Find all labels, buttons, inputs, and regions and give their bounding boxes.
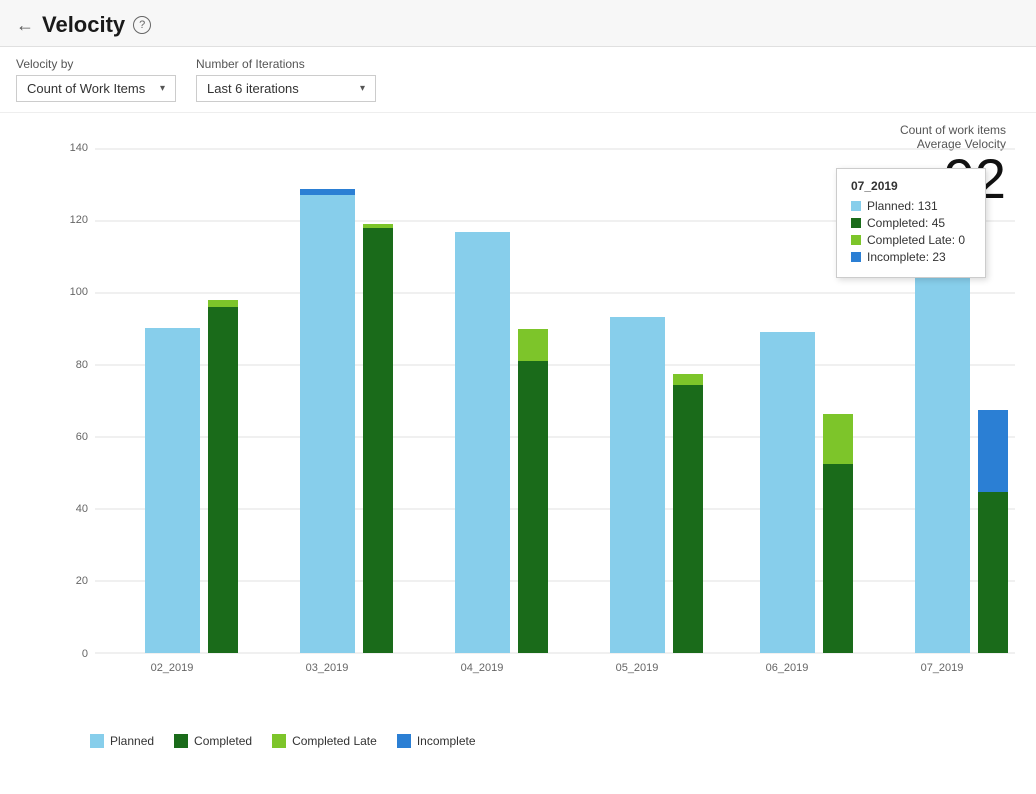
svg-text:140: 140 bbox=[70, 143, 88, 154]
bar-03-incomplete bbox=[300, 189, 355, 195]
tooltip-row-planned: Planned: 131 bbox=[851, 199, 971, 213]
svg-text:20: 20 bbox=[76, 575, 88, 587]
tooltip-completed-dot bbox=[851, 218, 861, 228]
bar-06-completed bbox=[823, 464, 853, 653]
incomplete-color bbox=[397, 734, 411, 748]
velocity-by-dropdown[interactable]: Count of Work Items ▾ bbox=[16, 75, 176, 102]
bar-06-completed-late bbox=[823, 414, 853, 464]
help-icon[interactable]: ? bbox=[133, 16, 151, 34]
svg-text:80: 80 bbox=[76, 359, 88, 371]
bar-05-planned bbox=[610, 317, 665, 653]
velocity-by-value: Count of Work Items bbox=[27, 81, 145, 96]
svg-text:100: 100 bbox=[70, 286, 88, 298]
svg-text:07_2019: 07_2019 bbox=[921, 662, 964, 674]
tooltip-completed-late-dot bbox=[851, 235, 861, 245]
bar-07-completed bbox=[978, 492, 1008, 653]
bar-05-completed bbox=[673, 385, 703, 653]
tooltip-incomplete-dot bbox=[851, 252, 861, 262]
bar-05-completed-late bbox=[673, 374, 703, 385]
svg-text:02_2019: 02_2019 bbox=[151, 662, 194, 674]
legend-planned: Planned bbox=[90, 734, 154, 748]
avg-label: Count of work items bbox=[900, 123, 1006, 137]
legend-planned-label: Planned bbox=[110, 734, 154, 748]
tooltip-title: 07_2019 bbox=[851, 179, 971, 193]
tooltip-row-incomplete: Incomplete: 23 bbox=[851, 250, 971, 264]
svg-text:0: 0 bbox=[82, 648, 88, 660]
controls: Velocity by Count of Work Items ▾ Number… bbox=[0, 47, 1036, 113]
chevron-down-icon: ▾ bbox=[160, 83, 165, 94]
legend-incomplete-label: Incomplete bbox=[417, 734, 476, 748]
completed-color bbox=[174, 734, 188, 748]
tooltip-row-completed-late: Completed Late: 0 bbox=[851, 233, 971, 247]
tooltip: 07_2019 Planned: 131 Completed: 45 Compl… bbox=[836, 168, 986, 278]
iterations-value: Last 6 iterations bbox=[207, 81, 299, 96]
velocity-by-group: Velocity by Count of Work Items ▾ bbox=[16, 57, 176, 102]
bar-02-completed bbox=[208, 307, 238, 653]
bar-02-completed-late bbox=[208, 300, 238, 307]
page-title: Velocity bbox=[42, 12, 125, 38]
bar-03-planned bbox=[300, 189, 355, 653]
tooltip-planned-dot bbox=[851, 201, 861, 211]
legend-completed: Completed bbox=[174, 734, 252, 748]
bar-03-completed-late bbox=[363, 224, 393, 228]
velocity-by-label: Velocity by bbox=[16, 57, 176, 71]
bar-07-incomplete bbox=[978, 410, 1008, 492]
iterations-group: Number of Iterations Last 6 iterations ▾ bbox=[196, 57, 376, 102]
svg-text:06_2019: 06_2019 bbox=[766, 662, 809, 674]
bar-04-completed bbox=[518, 361, 548, 653]
bar-04-completed-late bbox=[518, 329, 548, 361]
legend-completed-late-label: Completed Late bbox=[292, 734, 377, 748]
bar-06-planned bbox=[760, 332, 815, 653]
back-button[interactable]: ← bbox=[16, 15, 34, 36]
svg-text:03_2019: 03_2019 bbox=[306, 662, 349, 674]
iterations-label: Number of Iterations bbox=[196, 57, 376, 71]
chevron-down-icon: ▾ bbox=[360, 83, 365, 94]
svg-text:04_2019: 04_2019 bbox=[461, 662, 504, 674]
bar-03-completed bbox=[363, 228, 393, 653]
iterations-dropdown[interactable]: Last 6 iterations ▾ bbox=[196, 75, 376, 102]
svg-text:40: 40 bbox=[76, 503, 88, 515]
legend-incomplete: Incomplete bbox=[397, 734, 476, 748]
bar-04-planned bbox=[455, 232, 510, 653]
tooltip-row-completed: Completed: 45 bbox=[851, 216, 971, 230]
header: ← Velocity ? bbox=[0, 0, 1036, 47]
svg-text:120: 120 bbox=[70, 214, 88, 226]
chart-container: Count of work items Average Velocity 92 … bbox=[0, 113, 1036, 753]
legend: Planned Completed Completed Late Incompl… bbox=[30, 734, 476, 748]
legend-completed-late: Completed Late bbox=[272, 734, 377, 748]
legend-completed-label: Completed bbox=[194, 734, 252, 748]
bar-02-planned bbox=[145, 328, 200, 653]
completed-late-color bbox=[272, 734, 286, 748]
svg-text:05_2019: 05_2019 bbox=[616, 662, 659, 674]
svg-text:60: 60 bbox=[76, 431, 88, 443]
planned-color bbox=[90, 734, 104, 748]
